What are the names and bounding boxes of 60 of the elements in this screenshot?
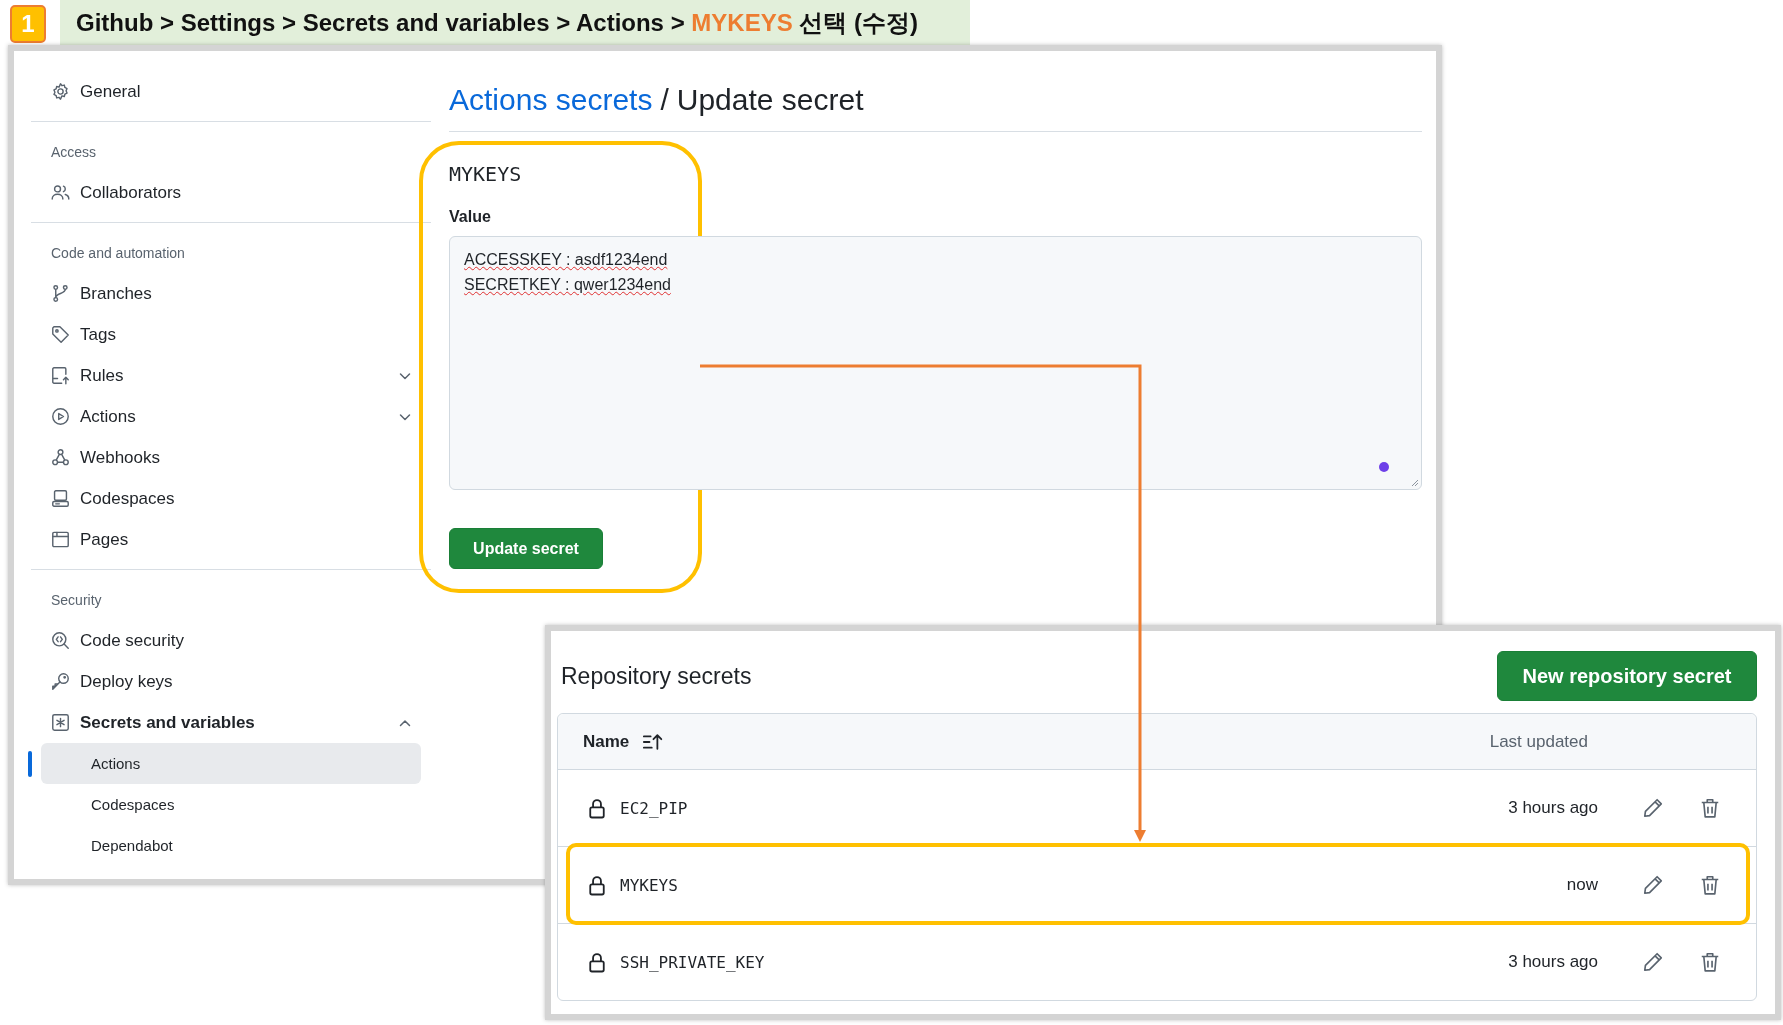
trash-icon[interactable]: [1699, 874, 1721, 896]
column-header[interactable]: Last updated: [1489, 731, 1588, 752]
monitor-icon: [51, 489, 70, 508]
sidebar-subitem[interactable]: Codespaces: [41, 784, 421, 825]
scan-icon: [51, 631, 70, 650]
sidebar-item[interactable]: Rules: [31, 355, 431, 396]
step-caption: Github > Settings > Secrets and variables > Actions > MYKEYS 선택 (수정): [60, 0, 970, 45]
sidebar-item[interactable]: General: [31, 71, 431, 112]
sidebar-item[interactable]: Codespaces: [31, 478, 431, 519]
breadcrumb-link[interactable]: Actions secrets: [449, 83, 653, 117]
sidebar-heading: Access: [50, 143, 98, 162]
value-field[interactable]: ACCESSKEY : asdf1234end SECRETKEY : qwer1234end: [449, 236, 1422, 490]
trash-icon[interactable]: [1699, 951, 1721, 973]
sidebar-item[interactable]: Collaborators: [31, 172, 431, 213]
asterisk-icon: [51, 713, 70, 732]
people-icon: [51, 183, 70, 202]
lock-icon: [588, 797, 606, 819]
sidebar-item[interactable]: Actions: [31, 396, 431, 437]
sidebar-item[interactable]: Tags: [31, 314, 431, 355]
trash-icon[interactable]: [1699, 797, 1721, 819]
lock-icon: [588, 874, 606, 896]
sidebar-heading: Security: [50, 591, 103, 610]
sidebar-item[interactable]: Pages: [31, 519, 431, 560]
key-icon: [51, 672, 70, 691]
update-secret-button[interactable]: Update secret: [449, 528, 603, 569]
new-secret-button[interactable]: New repository secret: [1497, 651, 1757, 701]
resize-grip-icon: [1409, 477, 1419, 487]
secret-name: SSH_PRIVATE_KEY: [620, 952, 765, 972]
pencil-icon[interactable]: [1642, 797, 1664, 819]
pencil-icon[interactable]: [1642, 951, 1664, 973]
sidebar-subitem[interactable]: Dependabot: [41, 825, 421, 866]
sidebar-item[interactable]: Code security: [31, 620, 431, 661]
section-title: Repository secrets: [561, 662, 752, 690]
column-header[interactable]: Name: [583, 731, 630, 752]
sidebar-item[interactable]: Secrets and variables: [31, 702, 431, 743]
selection-indicator: [28, 751, 32, 777]
last-updated: now: [1566, 875, 1598, 895]
breadcrumb-separator: /: [660, 83, 669, 117]
webhook-icon: [51, 448, 70, 467]
lock-icon: [588, 951, 606, 973]
last-updated: 3 hours ago: [1508, 952, 1598, 972]
pencil-icon[interactable]: [1642, 874, 1664, 896]
sidebar-item[interactable]: Branches: [31, 273, 431, 314]
dot-icon: [1379, 462, 1389, 472]
window-icon: [51, 530, 70, 549]
secret-name: EC2_PIP: [620, 798, 688, 818]
tag-icon: [51, 325, 70, 344]
sidebar-item[interactable]: Deploy keys: [31, 661, 431, 702]
last-updated: 3 hours ago: [1508, 798, 1598, 818]
gear-icon: [51, 82, 70, 101]
play-icon: [51, 407, 70, 426]
rules-icon: [51, 366, 70, 385]
page-title: Update secret: [676, 83, 864, 117]
sidebar-item[interactable]: Webhooks: [31, 437, 431, 478]
branch-icon: [51, 284, 70, 303]
secret-name: MYKEYS: [449, 161, 523, 188]
sidebar-heading: Code and automation: [50, 244, 186, 263]
secret-name: MYKEYS: [620, 875, 678, 895]
step-number-badge: 1: [10, 5, 46, 43]
field-label: Value: [449, 208, 492, 227]
